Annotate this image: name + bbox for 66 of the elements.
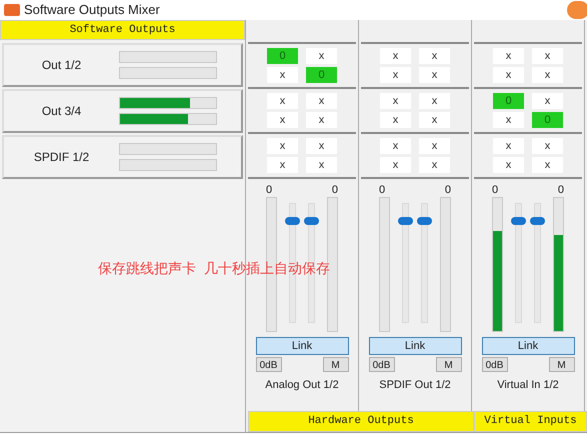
section-header: Software Outputs xyxy=(0,20,245,40)
routing-cell[interactable]: x xyxy=(532,67,563,83)
mute-button[interactable]: M xyxy=(322,357,348,372)
fader-thumb[interactable] xyxy=(398,217,413,226)
channel-name: Virtual In 1/2 xyxy=(497,378,559,393)
routing-cell[interactable]: x xyxy=(306,93,337,109)
routing-cell[interactable]: x xyxy=(267,67,298,83)
mute-button[interactable]: M xyxy=(436,357,462,372)
section-header: Hardware Outputs xyxy=(248,411,474,432)
subtitle-caption: 保存跳线把声卡 几十秒插上自动保存 xyxy=(98,259,330,278)
routing-cell[interactable]: x xyxy=(419,93,450,109)
routing-cell[interactable]: x xyxy=(267,112,298,128)
routing-cell[interactable]: x xyxy=(380,67,411,83)
channel-label: Out 3/4 xyxy=(40,103,82,120)
meter-reading: 0 xyxy=(492,183,498,197)
routing-cell[interactable]: x xyxy=(419,67,450,83)
routing-cell[interactable]: x xyxy=(267,138,298,154)
app-icon xyxy=(4,4,20,16)
routing-cell[interactable]: x xyxy=(493,112,524,128)
section-header: Virtual Inputs xyxy=(474,411,587,432)
routing-cell[interactable]: x xyxy=(306,157,337,173)
routing-cell[interactable]: x xyxy=(306,112,337,128)
fader-thumb[interactable] xyxy=(530,217,545,226)
window-title: Software Outputs Mixer xyxy=(24,1,160,20)
zero-db-button[interactable]: 0dB xyxy=(256,357,282,372)
routing-cell[interactable]: x xyxy=(380,157,411,173)
routing-cell[interactable]: x xyxy=(419,157,450,173)
fader-thumb[interactable] xyxy=(417,217,432,226)
routing-cell[interactable]: x xyxy=(306,138,337,154)
channel-name: SPDIF Out 1/2 xyxy=(379,378,451,393)
routing-cell[interactable]: x xyxy=(380,48,411,64)
routing-cell[interactable]: x xyxy=(532,157,563,173)
fader-thumb[interactable] xyxy=(511,217,526,226)
meter-reading: 0 xyxy=(266,183,272,197)
link-button[interactable]: Link xyxy=(256,337,348,355)
channel-label: Out 1/2 xyxy=(40,57,82,74)
link-button[interactable]: Link xyxy=(368,337,462,355)
routing-cell[interactable]: x xyxy=(267,93,298,109)
routing-cell[interactable]: x xyxy=(306,48,337,64)
meter-reading: 0 xyxy=(379,183,386,197)
routing-cell[interactable]: x xyxy=(493,48,524,64)
routing-cell[interactable]: x xyxy=(532,48,563,64)
routing-cell[interactable]: x xyxy=(419,112,450,128)
zero-db-button[interactable]: 0dB xyxy=(482,357,508,372)
routing-cell[interactable]: x xyxy=(380,138,411,154)
routing-cell[interactable]: x xyxy=(493,138,524,154)
routing-cell[interactable]: x xyxy=(419,48,450,64)
meter-reading: 0 xyxy=(558,183,564,197)
routing-cell[interactable]: x xyxy=(532,93,563,109)
routing-cell[interactable]: x xyxy=(380,112,411,128)
mute-button[interactable]: M xyxy=(548,357,574,372)
channel-label: SPDIF 1/2 xyxy=(32,149,90,166)
routing-cell[interactable]: x xyxy=(380,93,411,109)
routing-cell[interactable]: x xyxy=(493,67,524,83)
close-button[interactable] xyxy=(567,1,587,19)
meter-reading: 0 xyxy=(332,183,338,197)
routing-cell[interactable]: x xyxy=(419,138,450,154)
zero-db-button[interactable]: 0dB xyxy=(368,357,394,372)
meter-reading: 0 xyxy=(444,183,451,197)
routing-cell[interactable]: x xyxy=(532,138,563,154)
fader-thumb[interactable] xyxy=(285,217,300,226)
link-button[interactable]: Link xyxy=(482,337,574,355)
routing-cell[interactable]: x xyxy=(493,157,524,173)
routing-cell[interactable]: x xyxy=(267,157,298,173)
channel-name: Analog Out 1/2 xyxy=(265,378,339,393)
fader-thumb[interactable] xyxy=(304,217,319,226)
